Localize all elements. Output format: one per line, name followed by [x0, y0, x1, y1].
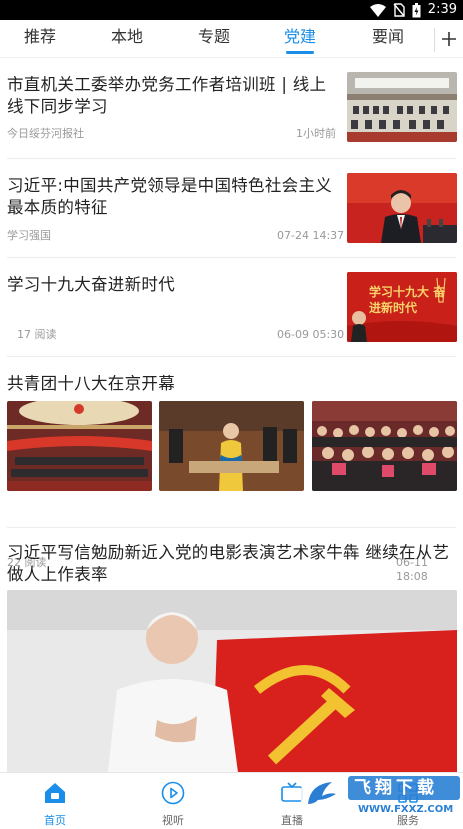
- news-item[interactable]: 市直机关工委举办党务工作者培训班 | 线上线下同步学习 今日绥芬河报社 1小时前: [0, 58, 463, 158]
- article-title: 共青团十八大在京开幕: [7, 374, 175, 393]
- article-time: 1小时前: [296, 127, 336, 140]
- wifi-icon: [369, 3, 386, 17]
- tab-party-building[interactable]: 党建: [284, 26, 316, 54]
- thumbnail-caption: 学习十九大 奋进新时代: [369, 285, 446, 315]
- nav-home[interactable]: 首页: [25, 773, 85, 829]
- article-source: 学习强国: [7, 229, 51, 242]
- article-thumbnail[interactable]: 学习十九大 奋进新时代: [347, 272, 457, 342]
- news-item[interactable]: 学习十九大奋进新时代 17 阅读 06-09 05:30 学习十九大 奋进新时代: [0, 258, 463, 356]
- article-source: 今日绥芬河报社: [7, 127, 84, 140]
- article-title: 市直机关工委举办党务工作者培训班 | 线上线下同步学习: [7, 75, 327, 116]
- news-item[interactable]: 习近平写信勉励新近入党的电影表演艺术家牛犇 继续在从艺做人上作表率: [0, 528, 463, 772]
- article-title: 习近平:中国共产党领导是中国特色社会主义最本质的特征: [7, 176, 333, 217]
- news-feed[interactable]: 市直机关工委举办党务工作者培训班 | 线上线下同步学习 今日绥芬河报社 1小时前…: [0, 58, 463, 772]
- article-hero-image[interactable]: [7, 590, 457, 772]
- article-title: 习近平写信勉励新近入党的电影表演艺术家牛犇 继续在从艺做人上作表率: [7, 543, 450, 584]
- status-time: 2:39: [427, 2, 457, 17]
- no-sim-icon: [393, 3, 405, 17]
- article-thumbnail[interactable]: [159, 401, 304, 491]
- home-icon: [45, 783, 65, 803]
- nav-label: 视听: [162, 814, 184, 827]
- article-thumbnail[interactable]: [312, 401, 457, 491]
- nav-label: 首页: [44, 814, 66, 827]
- article-thumbnail[interactable]: [347, 72, 457, 142]
- add-channel-button[interactable]: [434, 28, 463, 52]
- article-title: 学习十九大奋进新时代: [7, 275, 175, 294]
- tab-topics[interactable]: 专题: [198, 26, 230, 52]
- watermark: 飞翔下载 WWW.FXXZ.COM: [296, 770, 463, 820]
- nav-video[interactable]: 视听: [143, 773, 203, 829]
- article-time: 07-24 14:37: [277, 229, 345, 242]
- tab-recommend[interactable]: 推荐: [24, 26, 56, 52]
- article-thumbnail[interactable]: [347, 173, 457, 243]
- watermark-brand: 飞翔下载: [354, 778, 438, 798]
- play-circle-icon: [161, 781, 185, 805]
- tab-local[interactable]: 本地: [111, 26, 143, 52]
- article-time: 06-09 05:30: [277, 328, 345, 341]
- news-item[interactable]: 习近平:中国共产党领导是中国特色社会主义最本质的特征 学习强国 07-24 14…: [0, 159, 463, 257]
- status-bar: 2:39: [0, 0, 463, 20]
- tab-headlines[interactable]: 要闻: [372, 26, 404, 52]
- category-tabbar: 推荐 本地 专题 党建 要闻: [0, 20, 463, 58]
- news-item[interactable]: 共青团十八大在京开幕 22 阅读 06-11 18:08: [0, 357, 463, 583]
- battery-icon: [412, 2, 421, 17]
- watermark-url: WWW.FXXZ.COM: [358, 804, 454, 815]
- plus-icon: [442, 32, 456, 46]
- article-thumbnail[interactable]: [7, 401, 152, 491]
- article-reads: 17 阅读: [17, 328, 57, 341]
